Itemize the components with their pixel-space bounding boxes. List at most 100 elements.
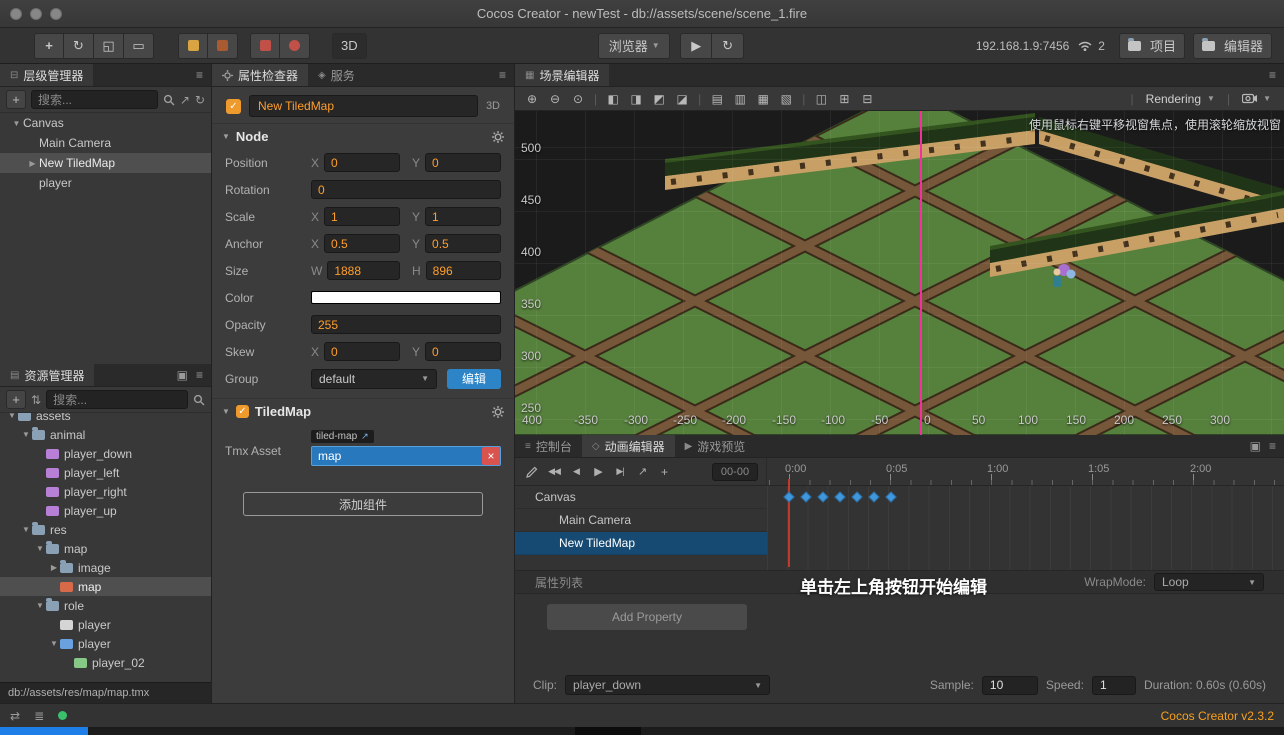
gear-icon[interactable] [492, 405, 504, 418]
node-section-header[interactable]: ▼ Node [212, 123, 514, 149]
match-size-icon[interactable]: ⊟ [857, 90, 877, 108]
minimize-window-button[interactable] [30, 8, 42, 20]
inspector-menu-icon[interactable]: ≡ [491, 64, 514, 86]
external-link-icon[interactable]: ↗ [361, 431, 369, 442]
scene-canvas[interactable]: 使用鼠标右键平移视窗焦点，使用滚轮缩放视窗 500 450 400 350 30… [515, 111, 1284, 435]
rotate-tool-button[interactable]: ↻ [64, 32, 94, 59]
asset-item-image[interactable]: ▶ image [0, 558, 211, 577]
refresh-icon[interactable]: ↻ [195, 93, 205, 107]
collapse-arrow-icon[interactable]: ▼ [222, 132, 230, 141]
hierarchy-item-new-tiledmap[interactable]: ▶ New TiledMap [0, 153, 211, 173]
tab-game-preview[interactable]: ▶ 游戏预览 [675, 435, 756, 457]
asset-item-player-sheet[interactable]: player [0, 615, 211, 634]
preview-target-dropdown[interactable]: 浏览器 ▼ [598, 32, 671, 59]
anchor-mode-button[interactable] [208, 32, 238, 59]
expand-arrow-icon[interactable]: ▼ [20, 430, 32, 439]
hierarchy-item-player[interactable]: player [0, 173, 211, 193]
current-time-field[interactable]: 00-00 [712, 462, 758, 481]
edit-mode-icon[interactable] [523, 463, 541, 481]
distribute-v-icon[interactable]: ▧ [776, 90, 796, 108]
tab-animation-editor[interactable]: ◇ 动画编辑器 [581, 435, 675, 457]
prev-frame-icon[interactable]: ◀ [567, 463, 585, 481]
keyframe[interactable] [783, 491, 795, 503]
expand-arrow-icon[interactable]: ▼ [10, 119, 23, 128]
assets-search-input[interactable] [46, 390, 188, 409]
scale-x-field[interactable]: 1 [324, 207, 400, 226]
clip-dropdown[interactable]: player_down ▼ [565, 675, 771, 695]
keyframe[interactable] [800, 491, 812, 503]
camera-dropdown[interactable]: ▼ [1236, 93, 1277, 104]
distribute-h-icon[interactable]: ▦ [753, 90, 773, 108]
tab-console[interactable]: ≡ 控制台 [515, 435, 582, 457]
asset-item-player-prefab[interactable]: ▼ player [0, 634, 211, 653]
anim-node-canvas[interactable]: Canvas [515, 486, 767, 509]
rotation-field[interactable]: 0 [311, 180, 501, 199]
hierarchy-item-main-camera[interactable]: Main Camera [0, 133, 211, 153]
rect-tool-button[interactable]: ▭ [124, 32, 154, 59]
tiledmap-section-header[interactable]: ▼ ✓ TiledMap [212, 398, 514, 424]
hierarchy-item-canvas[interactable]: ▼ Canvas [0, 113, 211, 133]
align-h-center-icon[interactable]: ◨ [626, 90, 646, 108]
zoom-reset-icon[interactable]: ⊙ [568, 90, 588, 108]
play-icon[interactable]: ▶ [589, 463, 607, 481]
move-tool-button[interactable]: + [34, 32, 64, 59]
search-icon[interactable] [163, 94, 175, 106]
anim-node-new-tiledmap[interactable]: New TiledMap [515, 532, 767, 555]
keyframe[interactable] [885, 491, 897, 503]
sort-icon[interactable]: ⇅ [31, 393, 41, 407]
color-swatch[interactable] [311, 291, 501, 304]
asset-item-map-folder[interactable]: ▼ map [0, 539, 211, 558]
skew-y-field[interactable]: 0 [425, 342, 501, 361]
asset-item-animal[interactable]: ▼ animal [0, 425, 211, 444]
keyframe[interactable] [817, 491, 829, 503]
expand-arrow-icon[interactable]: ▼ [34, 544, 46, 553]
position-y-field[interactable]: 0 [425, 153, 501, 172]
global-coord-button[interactable] [280, 32, 310, 59]
hierarchy-menu-icon[interactable]: ≡ [188, 64, 211, 86]
add-property-button[interactable]: Add Property [547, 604, 747, 630]
zoom-out-icon[interactable]: ⊖ [545, 90, 565, 108]
pivot-mode-button[interactable] [178, 32, 208, 59]
add-asset-button[interactable]: + [6, 390, 26, 409]
refresh-button[interactable]: ↻ [712, 32, 745, 59]
rendering-dropdown[interactable]: Rendering ▼ [1140, 92, 1221, 106]
anim-node-main-camera[interactable]: Main Camera [515, 509, 767, 532]
asset-item-player-up[interactable]: player_up [0, 501, 211, 520]
tab-assets[interactable]: ▤ 资源管理器 [0, 364, 95, 386]
editor-button[interactable]: 编辑器 [1193, 32, 1273, 59]
align-top-icon[interactable]: ◪ [672, 90, 692, 108]
tiledmap-enabled-checkbox[interactable]: ✓ [235, 405, 249, 418]
add-event-icon[interactable]: + [655, 463, 673, 481]
asset-item-player-right[interactable]: player_right [0, 482, 211, 501]
maximize-window-button[interactable] [50, 8, 62, 20]
tmx-asset-field[interactable]: map × [311, 446, 501, 466]
asset-item-role[interactable]: ▼ role [0, 596, 211, 615]
play-button[interactable]: ▶ [680, 32, 713, 59]
scale-y-field[interactable]: 1 [425, 207, 501, 226]
close-window-button[interactable] [10, 8, 22, 20]
anchor-x-field[interactable]: 0.5 [324, 234, 400, 253]
tab-hierarchy[interactable]: ⊟ 层级管理器 [0, 64, 94, 86]
log-list-icon[interactable]: ≣ [34, 709, 44, 723]
align-left-icon[interactable]: ◧ [603, 90, 623, 108]
remove-asset-button[interactable]: × [482, 447, 500, 465]
tab-scene-editor[interactable]: ▦ 场景编辑器 [515, 64, 610, 86]
hierarchy-search-input[interactable] [31, 90, 158, 109]
asset-item-map-tmx[interactable]: map [0, 577, 211, 596]
align-v-center-icon[interactable]: ▤ [707, 90, 727, 108]
tab-properties[interactable]: 属性检查器 [212, 64, 309, 86]
anchor-y-field[interactable]: 0.5 [425, 234, 501, 253]
add-component-button[interactable]: 添加组件 [243, 492, 483, 516]
keyframe[interactable] [868, 491, 880, 503]
expand-arrow-icon[interactable]: ▶ [48, 563, 60, 572]
tab-services[interactable]: ◈ 服务 [308, 64, 365, 86]
expand-arrow-icon[interactable]: ▼ [34, 601, 46, 610]
next-frame-icon[interactable]: ▶| [611, 463, 629, 481]
asset-item-res[interactable]: ▼ res [0, 520, 211, 539]
wrapmode-dropdown[interactable]: Loop ▼ [1154, 573, 1264, 591]
asset-item-assets[interactable]: ▼ assets [0, 413, 211, 425]
project-button[interactable]: 项目 [1118, 32, 1185, 59]
match-height-icon[interactable]: ⊞ [834, 90, 854, 108]
sample-field[interactable]: 10 [981, 675, 1038, 695]
open-external-icon[interactable]: ↗ [633, 463, 651, 481]
